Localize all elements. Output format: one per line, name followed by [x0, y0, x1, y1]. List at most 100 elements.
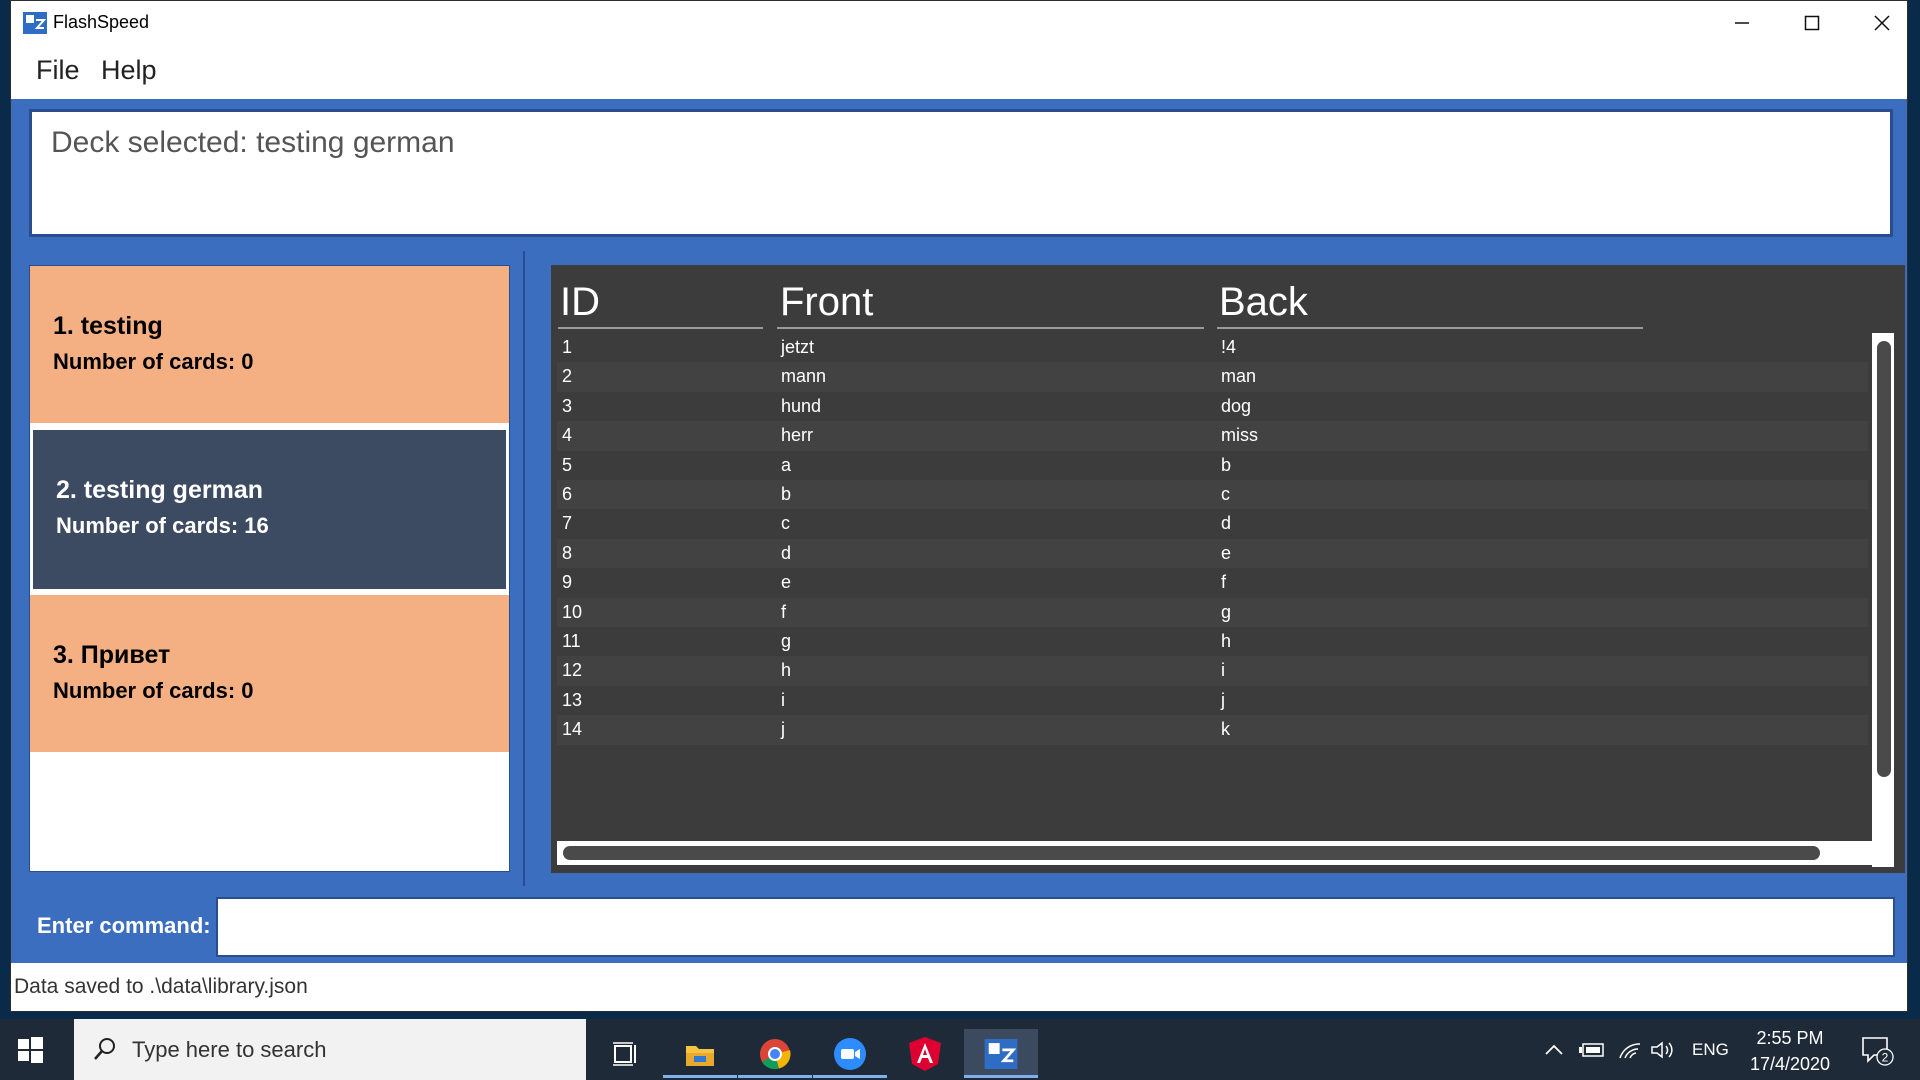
cell-front: herr [781, 425, 814, 446]
deck-card-1[interactable]: 1. testing Number of cards: 0 [30, 266, 509, 423]
minimize-icon [1735, 22, 1749, 24]
battery-button[interactable] [1578, 1019, 1606, 1080]
show-hidden-icons-button[interactable] [1544, 1019, 1564, 1080]
vertical-scrollbar-thumb[interactable] [1877, 341, 1891, 777]
table-row[interactable]: 11 g h [557, 627, 1868, 656]
command-input[interactable] [216, 897, 1895, 957]
menu-file[interactable]: File [36, 55, 80, 86]
deck-card-3[interactable]: 3. Привет Number of cards: 0 [30, 595, 509, 752]
flashspeed-app-icon [984, 1038, 1018, 1069]
active-app-indicator [964, 1075, 1038, 1078]
chrome-button[interactable] [738, 1029, 812, 1078]
cell-id: 1 [562, 337, 573, 357]
wifi-icon [1619, 1042, 1641, 1058]
cell-back: g [1221, 601, 1232, 622]
zoom-button[interactable] [813, 1029, 887, 1078]
card-table[interactable]: ID Front Back 1 jetzt !4 2 mann man 3 hund dog 4 h… [551, 265, 1905, 873]
column-header-front[interactable]: Front [780, 280, 873, 325]
cell-back: miss [1221, 425, 1258, 446]
deck-card-count: Number of cards: 0 [53, 349, 254, 374]
deck-card-count: Number of cards: 0 [53, 678, 254, 703]
cell-id: 4 [562, 425, 573, 446]
header-underline [1217, 327, 1643, 329]
clock-date: 17/4/2020 [1749, 1054, 1831, 1074]
folder-icon [686, 1045, 714, 1066]
cell-front: a [781, 454, 792, 475]
file-explorer-button[interactable] [663, 1029, 737, 1078]
chrome-icon [760, 1038, 791, 1069]
window-title: FlashSpeed [53, 12, 150, 32]
cell-back: k [1221, 719, 1230, 740]
maximize-icon [1804, 15, 1820, 31]
cell-id: 12 [562, 660, 583, 681]
table-row[interactable]: 3 hund dog [557, 392, 1868, 421]
table-row[interactable]: 9 e f [557, 568, 1868, 597]
wifi-button[interactable] [1618, 1019, 1642, 1080]
table-row[interactable]: 4 herr miss [557, 421, 1868, 451]
deck-card-2[interactable]: 2. testing german Number of cards: 16 [30, 427, 509, 592]
table-row[interactable]: 6 b c [557, 480, 1868, 510]
cell-id: 7 [562, 513, 573, 534]
cell-id: 6 [562, 484, 573, 504]
cell-back: f [1221, 572, 1227, 593]
cell-back: j [1221, 689, 1225, 710]
cell-id: 10 [562, 601, 583, 622]
column-header-id[interactable]: ID [560, 280, 600, 325]
chevron-up-icon [1545, 1044, 1563, 1055]
horizontal-scrollbar-thumb[interactable] [563, 846, 1820, 860]
cell-id: 8 [562, 542, 573, 563]
deck-card-count: Number of cards: 16 [56, 513, 269, 538]
cell-id: 5 [562, 454, 573, 475]
panel-divider[interactable] [523, 251, 525, 886]
title-bar[interactable]: FlashSpeed [11, 1, 1907, 45]
zoom-icon [834, 1037, 866, 1070]
table-row[interactable]: 2 mann man [557, 362, 1868, 392]
cell-back: e [1221, 542, 1232, 563]
cell-id: 13 [562, 689, 583, 710]
minimize-button[interactable] [1707, 1, 1777, 45]
table-row[interactable]: 10 f g [557, 597, 1868, 627]
table-row[interactable]: 5 a b [557, 451, 1868, 480]
cell-back: h [1221, 631, 1232, 651]
cell-front: b [781, 484, 792, 504]
deck-title: 3. Привет [53, 641, 171, 669]
search-placeholder: Type here to search [132, 1037, 327, 1062]
windows-start-icon[interactable] [16, 1036, 44, 1064]
header-underline [777, 327, 1204, 329]
angular-button[interactable] [888, 1029, 962, 1078]
flashspeed-taskbar-button[interactable] [964, 1029, 1038, 1078]
table-row[interactable]: 1 jetzt !4 [557, 333, 1868, 362]
maximize-button[interactable] [1777, 1, 1847, 45]
task-view-button[interactable] [588, 1029, 662, 1078]
notification-count: 2 [1882, 1050, 1889, 1064]
status-text: Data saved to .\data\library.json [14, 975, 308, 998]
deck-title: 1. testing [53, 312, 163, 340]
cell-front: c [781, 513, 790, 534]
close-button[interactable] [1847, 1, 1917, 45]
menu-help[interactable]: Help [101, 55, 157, 86]
active-app-indicator [663, 1075, 737, 1078]
table-row[interactable]: 12 h i [557, 656, 1868, 686]
clock[interactable]: 2:55 PM 17/4/2020 [1748, 1025, 1832, 1077]
table-row[interactable]: 8 d e [557, 538, 1868, 569]
cell-id: 2 [562, 366, 573, 387]
status-bar: Data saved to .\data\library.json [11, 963, 1907, 1011]
cell-back: b [1221, 454, 1232, 475]
header-underline [558, 327, 763, 329]
flashspeed-app-icon [23, 12, 47, 34]
table-row[interactable]: 14 j k [557, 715, 1868, 745]
deck-list[interactable]: 1. testing Number of cards: 0 2. testing… [29, 265, 510, 872]
cell-front: h [781, 660, 792, 681]
cell-front: f [781, 601, 787, 622]
language-indicator[interactable]: ENG [1692, 1019, 1729, 1080]
table-row[interactable]: 13 i j [557, 686, 1868, 715]
volume-button[interactable] [1650, 1019, 1676, 1080]
cell-id: 3 [562, 395, 573, 416]
task-view-icon [613, 1041, 636, 1066]
action-center-button[interactable]: 2 [1860, 1019, 1894, 1080]
app-window: FlashSpeed File Help Deck selected: test… [10, 0, 1908, 1012]
taskbar-search[interactable]: Type here to search [74, 1019, 586, 1080]
cell-back: c [1221, 484, 1230, 504]
column-header-back[interactable]: Back [1219, 280, 1308, 325]
table-row[interactable]: 7 c d [557, 509, 1868, 538]
